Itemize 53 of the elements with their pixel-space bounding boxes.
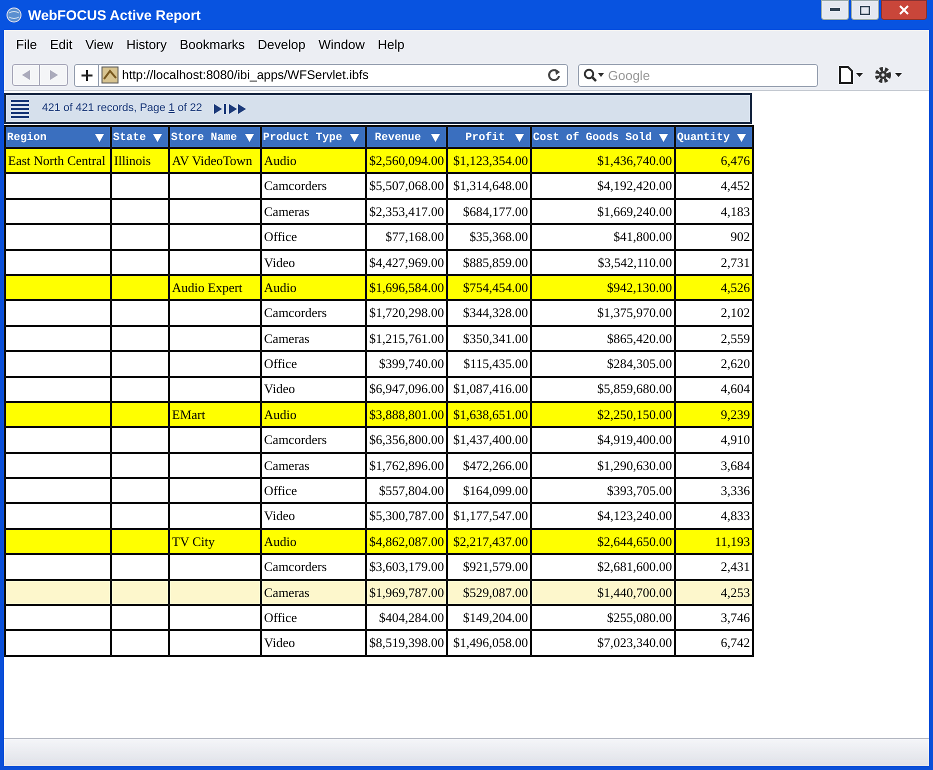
column-header[interactable]: Revenue [366,126,447,148]
table-cell: 6,742 [675,630,753,656]
menu-icon[interactable] [10,98,30,118]
page-link[interactable]: 1 [168,100,175,117]
menu-item[interactable]: Bookmarks [174,33,251,57]
menu-item[interactable]: Edit [44,33,78,57]
sort-dropdown-icon[interactable] [153,134,162,142]
maximize-button[interactable] [851,0,879,20]
column-header[interactable]: Region [5,126,111,148]
column-header[interactable]: Quantity [675,126,753,148]
search-icon [583,68,605,82]
globe-icon [6,7,22,23]
table-cell: Video [261,630,366,656]
menu-item[interactable]: Develop [252,33,312,57]
minimize-icon [830,8,840,12]
table-cell: $1,496,058.00 [447,630,531,656]
menu-item[interactable]: View [79,33,120,57]
menu-item[interactable]: File [10,33,43,57]
url-text: http://localhost:8080/ibi_apps/WFServlet.ibfs [122,66,369,84]
sort-dropdown-icon[interactable] [350,134,359,142]
column-header[interactable]: State [111,126,169,148]
minimize-button[interactable] [821,0,849,20]
column-header[interactable]: Cost of Goods Sold [531,126,675,148]
back-icon [22,70,30,80]
close-button[interactable] [881,0,927,20]
sort-dropdown-icon[interactable] [737,134,746,142]
column-header[interactable]: Profit [447,126,531,148]
close-icon [899,5,909,15]
search-field[interactable]: Google [578,64,818,86]
sort-dropdown-icon[interactable] [95,134,104,142]
menu-item[interactable]: History [120,33,173,57]
sort-dropdown-icon[interactable] [431,134,440,142]
last-page-icon[interactable] [229,104,248,114]
sort-dropdown-icon[interactable] [515,134,524,142]
forward-icon [50,70,58,80]
table-cell: $8,519,398.00 [366,630,447,656]
menu-item[interactable]: Window [312,33,371,57]
window-title: WebFOCUS Active Report [28,6,201,25]
page-menu-icon[interactable] [838,66,864,84]
reload-icon[interactable] [547,68,561,82]
maximize-icon [860,6,870,14]
records-text: 421 of 421 records, Page [42,101,166,116]
sort-dropdown-icon[interactable] [245,134,254,142]
next-page-icon[interactable] [214,104,228,114]
menu-item[interactable]: Help [372,33,410,57]
column-header[interactable]: Store Name [169,126,261,148]
page-total-text: of 22 [178,101,202,116]
sort-dropdown-icon[interactable] [659,134,668,142]
site-icon [101,66,119,84]
address-bar[interactable]: http://localhost:8080/ibi_apps/WFServlet.ibfs [74,64,568,86]
table-cell: $7,023,340.00 [531,630,675,656]
column-header[interactable]: Product Type [261,126,366,148]
settings-icon[interactable] [874,66,904,84]
